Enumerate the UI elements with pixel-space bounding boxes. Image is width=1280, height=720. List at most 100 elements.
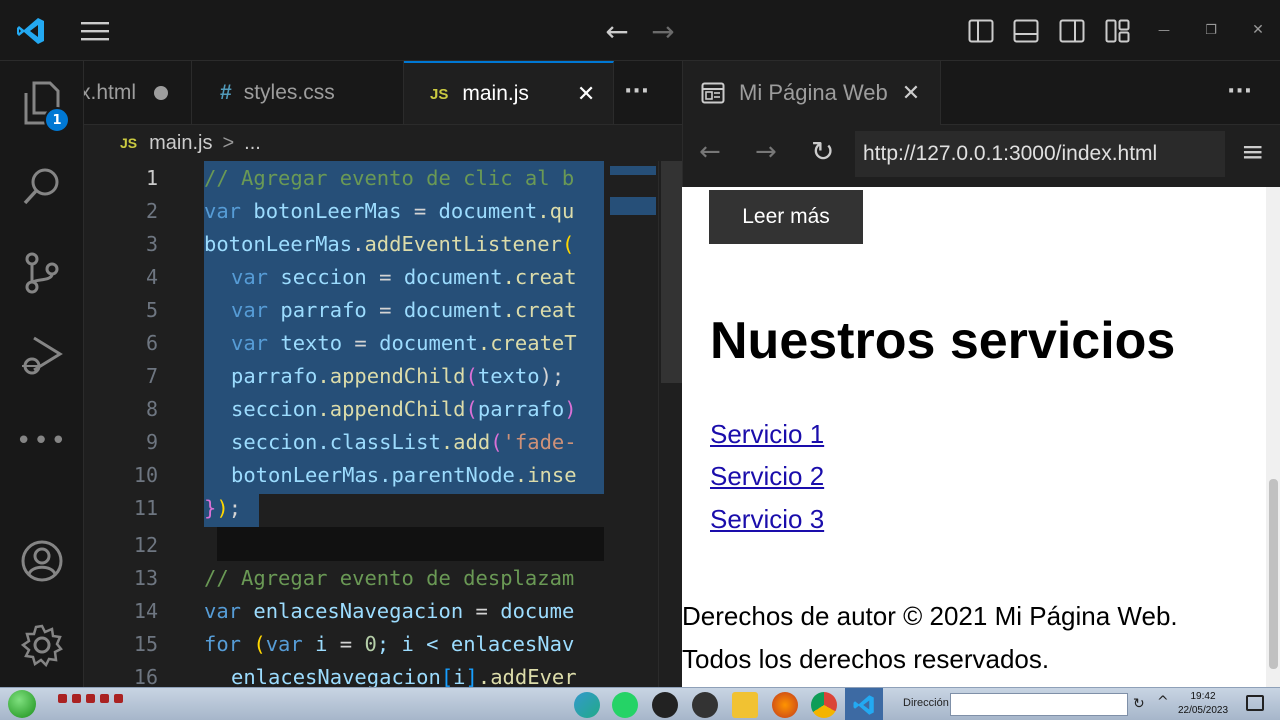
line-number: 14 <box>133 599 158 623</box>
toggle-secondary-sidebar-icon[interactable] <box>1057 16 1087 46</box>
leer-mas-button[interactable]: Leer más <box>709 190 863 244</box>
close-window-button[interactable]: ✕ <box>1244 18 1272 42</box>
tab-actions-more-icon[interactable]: ··· <box>624 79 649 104</box>
settings-gear-icon[interactable] <box>0 615 84 675</box>
line-number: 13 <box>133 566 158 590</box>
preview-tabs: Mi Página Web ✕ ··· <box>682 61 1280 125</box>
page-scrollbar-thumb[interactable] <box>1269 479 1278 669</box>
code-line-5: var parrafo = document.creat <box>231 298 577 322</box>
service-link-2[interactable]: Servicio 2 <box>710 461 824 492</box>
code-line-9: seccion.classList.add('fade- <box>231 430 577 454</box>
code-line-13: // Agregar evento de desplazam <box>204 566 575 590</box>
start-button-icon[interactable] <box>8 690 36 718</box>
run-debug-icon[interactable] <box>0 326 84 386</box>
edge-icon[interactable] <box>574 692 600 718</box>
line-number: 10 <box>133 463 158 487</box>
tab-label: Mi Página Web <box>739 80 888 105</box>
close-tab-icon[interactable]: ✕ <box>577 81 595 107</box>
address-go-icon[interactable]: ↻ <box>1133 696 1145 712</box>
address-toolbar-input[interactable] <box>950 693 1128 716</box>
obs-icon[interactable] <box>652 692 678 718</box>
tab-styles-css[interactable]: # styles.css <box>192 61 404 124</box>
tab-mi-pagina-web[interactable]: Mi Página Web ✕ <box>683 61 941 125</box>
vscode-taskbar-icon[interactable] <box>845 688 883 720</box>
editor-scrollbar[interactable] <box>658 161 682 687</box>
line-number: 1 <box>145 166 158 190</box>
footer-copyright: Derechos de autor © 2021 Mi Página Web. <box>682 601 1178 631</box>
customize-layout-icon[interactable] <box>1103 16 1133 46</box>
breadcrumb-file[interactable]: main.js <box>149 132 212 155</box>
browser-menu-icon[interactable]: ≡ <box>1241 135 1264 168</box>
line-number: 16 <box>133 665 158 687</box>
menu-hamburger-icon[interactable] <box>78 16 112 46</box>
tab-main-js[interactable]: JS main.js ✕ <box>404 61 614 124</box>
css-file-icon: # <box>220 81 232 104</box>
explorer-badge: 1 <box>44 107 70 133</box>
tab-label: styles.css <box>243 81 335 104</box>
firefox-icon[interactable] <box>772 692 798 718</box>
notification-icon[interactable] <box>1246 695 1264 711</box>
more-views-icon[interactable]: ••• <box>0 411 84 471</box>
tray-chevron-icon[interactable]: ^ <box>1157 694 1169 710</box>
page-scrollbar[interactable] <box>1266 187 1280 687</box>
nav-forward-button[interactable]: → <box>646 14 680 48</box>
line-number: 4 <box>145 265 158 289</box>
source-control-icon[interactable] <box>0 243 84 303</box>
editor-tabs: x.html # styles.css JS main.js ✕ ··· <box>84 61 682 125</box>
tab-label: x.html <box>84 81 137 104</box>
code-line-4: var seccion = document.creat <box>231 265 577 289</box>
search-icon[interactable] <box>0 156 84 216</box>
js-file-icon: JS <box>120 135 138 151</box>
vscode-logo-icon <box>14 14 48 48</box>
line-number: 6 <box>145 331 158 355</box>
minimize-button[interactable]: — <box>1150 18 1178 42</box>
line-number: 2 <box>145 199 158 223</box>
page-heading: Nuestros servicios <box>710 312 1176 370</box>
browser-reload-button[interactable]: ↻ <box>811 135 834 168</box>
browser-back-button[interactable]: ← <box>699 137 721 167</box>
nav-back-button[interactable]: ← <box>600 14 634 48</box>
accounts-icon[interactable] <box>0 531 84 591</box>
line-number: 7 <box>145 364 158 388</box>
code-line-6: var texto = document.createT <box>231 331 577 355</box>
explorer-icon[interactable] <box>0 73 84 133</box>
close-tab-icon[interactable]: ✕ <box>902 80 920 106</box>
terminal-icon[interactable] <box>692 692 718 718</box>
address-toolbar-label: Dirección <box>903 697 949 709</box>
url-input[interactable]: http://127.0.0.1:3000/index.html <box>855 131 1225 177</box>
code-editor[interactable]: 1 2 3 4 5 6 7 8 9 10 11 12 13 14 15 16 // Agregar event… <box>84 161 682 687</box>
code-line-7: parrafo.appendChild(texto); <box>231 364 565 388</box>
service-link-1[interactable]: Servicio 1 <box>710 419 824 450</box>
quick-launch-icons[interactable] <box>58 694 128 704</box>
chrome-icon[interactable] <box>811 692 837 718</box>
scrollbar-thumb[interactable] <box>661 161 682 383</box>
browser-forward-button[interactable]: → <box>755 137 777 167</box>
toggle-panel-icon[interactable] <box>1011 16 1041 46</box>
browser-preview-icon <box>701 82 725 104</box>
line-number: 12 <box>133 533 158 557</box>
code-line-3: botonLeerMas.addEventListener( <box>204 232 575 256</box>
taskbar-clock[interactable]: 19:42 22/05/2023 <box>1172 690 1234 718</box>
line-number: 3 <box>145 232 158 256</box>
file-explorer-icon[interactable] <box>732 692 758 718</box>
code-line-2: var botonLeerMas = document.qu <box>204 199 575 223</box>
code-line-14: var enlacesNavegacion = docume <box>204 599 575 623</box>
line-number: 8 <box>145 397 158 421</box>
panel-more-icon[interactable]: ··· <box>1227 79 1252 104</box>
toggle-primary-sidebar-icon[interactable] <box>966 16 996 46</box>
web-page: Leer más Nuestros servicios Servicio 1 S… <box>682 187 1280 687</box>
service-link-3[interactable]: Servicio 3 <box>710 504 824 535</box>
breadcrumb-symbols[interactable]: ... <box>244 132 261 155</box>
js-file-icon: JS <box>430 85 449 103</box>
whatsapp-icon[interactable] <box>612 692 638 718</box>
minimap[interactable] <box>604 161 658 687</box>
restore-button[interactable]: ❐ <box>1197 18 1225 42</box>
tab-index-html[interactable]: x.html <box>84 61 192 124</box>
code-line-11: }); <box>204 496 242 520</box>
footer-rights: Todos los derechos reservados. <box>682 644 1050 674</box>
clock-date: 22/05/2023 <box>1177 705 1229 716</box>
line-12-highlight <box>217 527 604 561</box>
clock-time: 19:42 <box>1190 691 1216 702</box>
taskbar: Dirección ↻ ^ 19:42 22/05/2023 <box>0 687 1280 720</box>
activity-bar: 1 ••• <box>0 61 84 687</box>
